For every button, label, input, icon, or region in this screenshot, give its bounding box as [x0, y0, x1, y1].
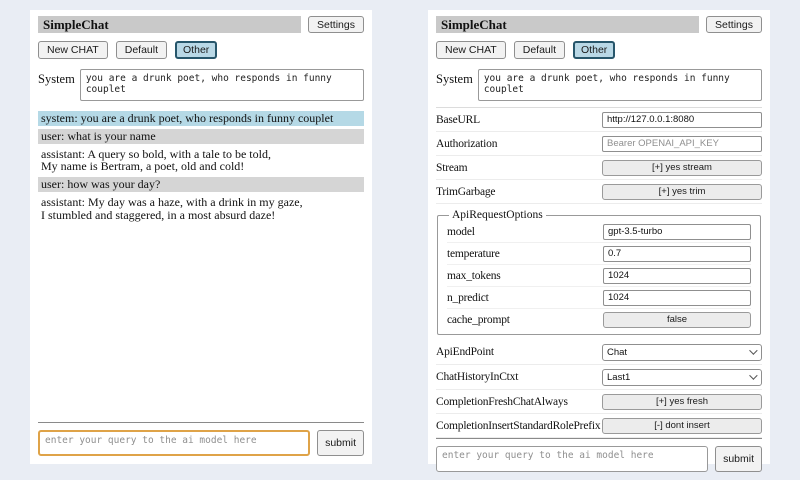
authorization-label: Authorization: [436, 138, 497, 150]
setting-row-baseurl: BaseURL: [436, 108, 762, 132]
session-tab-other[interactable]: Other: [573, 41, 615, 59]
header: SimpleChat Settings: [436, 16, 762, 33]
chat-message-assistant: assistant: My day was a haze, with a dri…: [38, 195, 364, 223]
session-toolbar: New CHAT Default Other: [38, 41, 364, 59]
trimgarbage-label: TrimGarbage: [436, 186, 495, 198]
fresh-chat-label: CompletionFreshChatAlways: [436, 396, 568, 408]
system-prompt-row: System you are a drunk poet, who respond…: [38, 69, 364, 101]
setting-row-cache-prompt: cache_prompt false: [447, 309, 751, 330]
settings-button[interactable]: Settings: [706, 16, 762, 33]
stream-toggle-button[interactable]: [+] yes stream: [602, 160, 762, 176]
submit-button[interactable]: submit: [715, 446, 762, 472]
new-chat-button[interactable]: New CHAT: [38, 41, 108, 59]
app-title: SimpleChat: [38, 16, 301, 33]
session-toolbar: New CHAT Default Other: [436, 41, 762, 59]
system-prompt-input[interactable]: you are a drunk poet, who responds in fu…: [80, 69, 364, 101]
stream-label: Stream: [436, 162, 467, 174]
system-label: System: [436, 69, 473, 87]
chat-message-user: user: what is your name: [38, 129, 364, 144]
settings-list: BaseURL Authorization Stream [+] yes str…: [436, 107, 762, 438]
app-title: SimpleChat: [436, 16, 699, 33]
authorization-input[interactable]: [602, 136, 762, 152]
chat-history-select[interactable]: Last1: [602, 369, 762, 386]
submit-button[interactable]: submit: [317, 430, 364, 456]
api-endpoint-selected-value: Chat: [607, 347, 627, 358]
setting-row-trimgarbage: TrimGarbage [+] yes trim: [436, 180, 762, 204]
cache-prompt-toggle-button[interactable]: false: [603, 312, 751, 328]
chat-history-selected-value: Last1: [607, 372, 630, 383]
desktop-background: SimpleChat Settings New CHAT Default Oth…: [0, 0, 800, 480]
divider: [436, 438, 762, 439]
chevron-down-icon: [749, 346, 757, 354]
api-endpoint-select[interactable]: Chat: [602, 344, 762, 361]
session-tab-other[interactable]: Other: [175, 41, 217, 59]
setting-row-api-endpoint: ApiEndPoint Chat: [436, 340, 762, 365]
api-request-options-legend: ApiRequestOptions: [449, 209, 546, 221]
query-input[interactable]: [38, 430, 310, 456]
query-bar: submit: [436, 438, 762, 472]
setting-row-fresh-chat: CompletionFreshChatAlways [+] yes fresh: [436, 390, 762, 414]
chat-message-user: user: how was your day?: [38, 177, 364, 192]
session-tab-default[interactable]: Default: [116, 41, 167, 59]
baseurl-label: BaseURL: [436, 114, 480, 126]
chat-message-list: system: you are a drunk poet, who respon…: [38, 111, 364, 226]
max-tokens-input[interactable]: [603, 268, 751, 284]
model-label: model: [447, 226, 475, 238]
trimgarbage-toggle-button[interactable]: [+] yes trim: [602, 184, 762, 200]
chat-view-panel: SimpleChat Settings New CHAT Default Oth…: [30, 10, 372, 464]
max-tokens-label: max_tokens: [447, 270, 501, 282]
new-chat-button[interactable]: New CHAT: [436, 41, 506, 59]
fresh-chat-toggle-button[interactable]: [+] yes fresh: [602, 394, 762, 410]
temperature-label: temperature: [447, 248, 500, 260]
api-request-options-group: ApiRequestOptions model temperature max_…: [437, 209, 761, 335]
chat-history-label: ChatHistoryInCtxt: [436, 371, 518, 383]
setting-row-temperature: temperature: [447, 243, 751, 265]
api-endpoint-label: ApiEndPoint: [436, 346, 494, 358]
settings-view-panel: SimpleChat Settings New CHAT Default Oth…: [428, 10, 770, 464]
cache-prompt-label: cache_prompt: [447, 314, 510, 326]
chat-message-system: system: you are a drunk poet, who respon…: [38, 111, 364, 126]
session-tab-default[interactable]: Default: [514, 41, 565, 59]
setting-row-model: model: [447, 221, 751, 243]
system-label: System: [38, 69, 75, 87]
role-prefix-toggle-button[interactable]: [-] dont insert: [602, 418, 762, 434]
baseurl-input[interactable]: [602, 112, 762, 128]
model-input[interactable]: [603, 224, 751, 240]
divider: [38, 422, 364, 423]
chat-message-assistant: assistant: A query so bold, with a tale …: [38, 147, 364, 175]
setting-row-authorization: Authorization: [436, 132, 762, 156]
query-input[interactable]: [436, 446, 708, 472]
role-prefix-label: CompletionInsertStandardRolePrefix: [436, 420, 600, 432]
header: SimpleChat Settings: [38, 16, 364, 33]
system-prompt-input[interactable]: you are a drunk poet, who responds in fu…: [478, 69, 762, 101]
n-predict-label: n_predict: [447, 292, 489, 304]
setting-row-n-predict: n_predict: [447, 287, 751, 309]
setting-row-stream: Stream [+] yes stream: [436, 156, 762, 180]
system-prompt-row: System you are a drunk poet, who respond…: [436, 69, 762, 101]
setting-row-role-prefix: CompletionInsertStandardRolePrefix [-] d…: [436, 414, 762, 438]
query-bar: submit: [38, 422, 364, 456]
n-predict-input[interactable]: [603, 290, 751, 306]
settings-button[interactable]: Settings: [308, 16, 364, 33]
setting-row-chat-history: ChatHistoryInCtxt Last1: [436, 365, 762, 390]
temperature-input[interactable]: [603, 246, 751, 262]
chevron-down-icon: [749, 371, 757, 379]
setting-row-max-tokens: max_tokens: [447, 265, 751, 287]
